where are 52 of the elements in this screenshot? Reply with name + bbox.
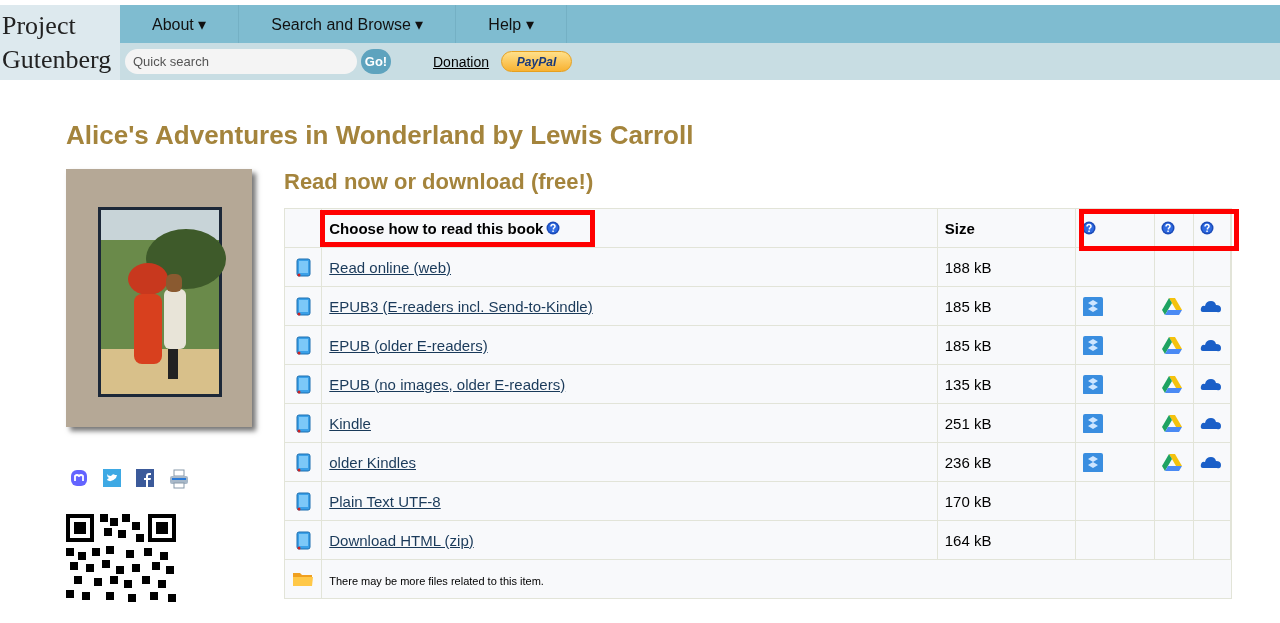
section-title: Read now or download (free!): [284, 169, 595, 195]
file-size: 185 kB: [944, 297, 992, 315]
drive-icon[interactable]: [1161, 413, 1184, 433]
help-icon[interactable]: [1161, 221, 1176, 235]
bird-icon[interactable]: [103, 469, 123, 489]
search-field[interactable]: Quick search: [125, 49, 357, 74]
drive-icon[interactable]: [1161, 296, 1184, 316]
help-icon[interactable]: [546, 221, 561, 235]
logo[interactable]: Project Gutenberg: [0, 5, 120, 80]
column-header: Size: [944, 219, 975, 237]
file-link[interactable]: Plain Text UTF-8: [329, 492, 441, 510]
file-size: 135 kB: [944, 375, 992, 393]
file-link[interactable]: Read online (web): [329, 258, 451, 276]
book-icon[interactable]: [294, 530, 312, 550]
folder-icon[interactable]: [292, 570, 315, 588]
facebook-icon[interactable]: [136, 469, 156, 489]
file-size: 170 kB: [944, 492, 992, 510]
file-size: 188 kB: [944, 258, 992, 276]
drive-icon[interactable]: [1161, 374, 1184, 394]
file-size: 164 kB: [944, 531, 992, 549]
column-header: Choose how to read this book: [329, 219, 544, 237]
file-link[interactable]: EPUB (older E-readers): [329, 336, 488, 354]
help-icon[interactable]: [1199, 221, 1214, 235]
mastodon-icon[interactable]: [70, 469, 90, 489]
drive-icon[interactable]: [1161, 452, 1184, 472]
dropbox-icon[interactable]: [1081, 335, 1104, 355]
dropbox-icon[interactable]: [1081, 374, 1104, 394]
page-title: Alice's Adventures in Wonderland by Lewis Carroll: [66, 120, 695, 151]
note-text: There may be more files related to this item.: [329, 574, 544, 587]
book-icon[interactable]: [294, 452, 312, 472]
help-icon[interactable]: [1081, 221, 1096, 235]
book-icon[interactable]: [294, 491, 312, 511]
file-size: 251 kB: [944, 414, 992, 432]
file-link[interactable]: Kindle: [329, 414, 371, 432]
file-size: 236 kB: [944, 453, 992, 471]
book-icon[interactable]: [294, 257, 312, 277]
paypal-button[interactable]: PayPal: [501, 51, 573, 72]
dropbox-icon[interactable]: [1081, 452, 1104, 472]
file-link[interactable]: EPUB (no images, older E-readers): [329, 375, 566, 393]
dropbox-icon[interactable]: [1081, 296, 1104, 316]
file-link[interactable]: EPUB3 (E-readers incl. Send-to-Kindle): [329, 297, 593, 315]
book-icon[interactable]: [294, 413, 312, 433]
book-icon[interactable]: [294, 296, 312, 316]
file-link[interactable]: Download HTML (zip): [329, 531, 474, 549]
donation-link[interactable]: Donation: [433, 53, 490, 70]
printer-icon[interactable]: [169, 469, 189, 489]
file-link[interactable]: older Kindles: [329, 453, 416, 471]
book-icon[interactable]: [294, 335, 312, 355]
dropbox-icon[interactable]: [1081, 413, 1104, 433]
book-icon[interactable]: [294, 374, 312, 394]
drive-icon[interactable]: [1161, 335, 1184, 355]
file-size: 185 kB: [944, 336, 992, 354]
